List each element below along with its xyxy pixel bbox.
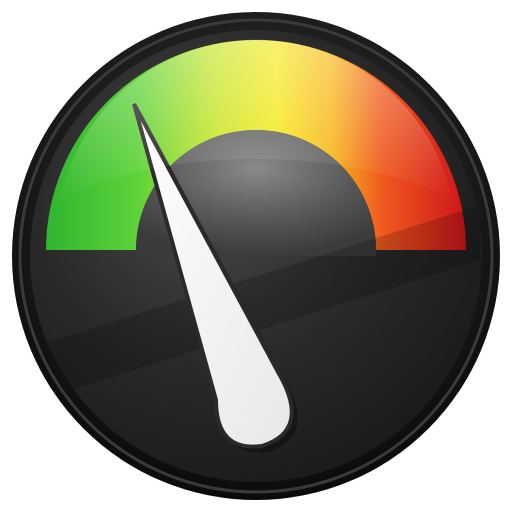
gauge-svg	[12, 12, 500, 500]
speedometer-gauge-icon	[0, 0, 512, 512]
